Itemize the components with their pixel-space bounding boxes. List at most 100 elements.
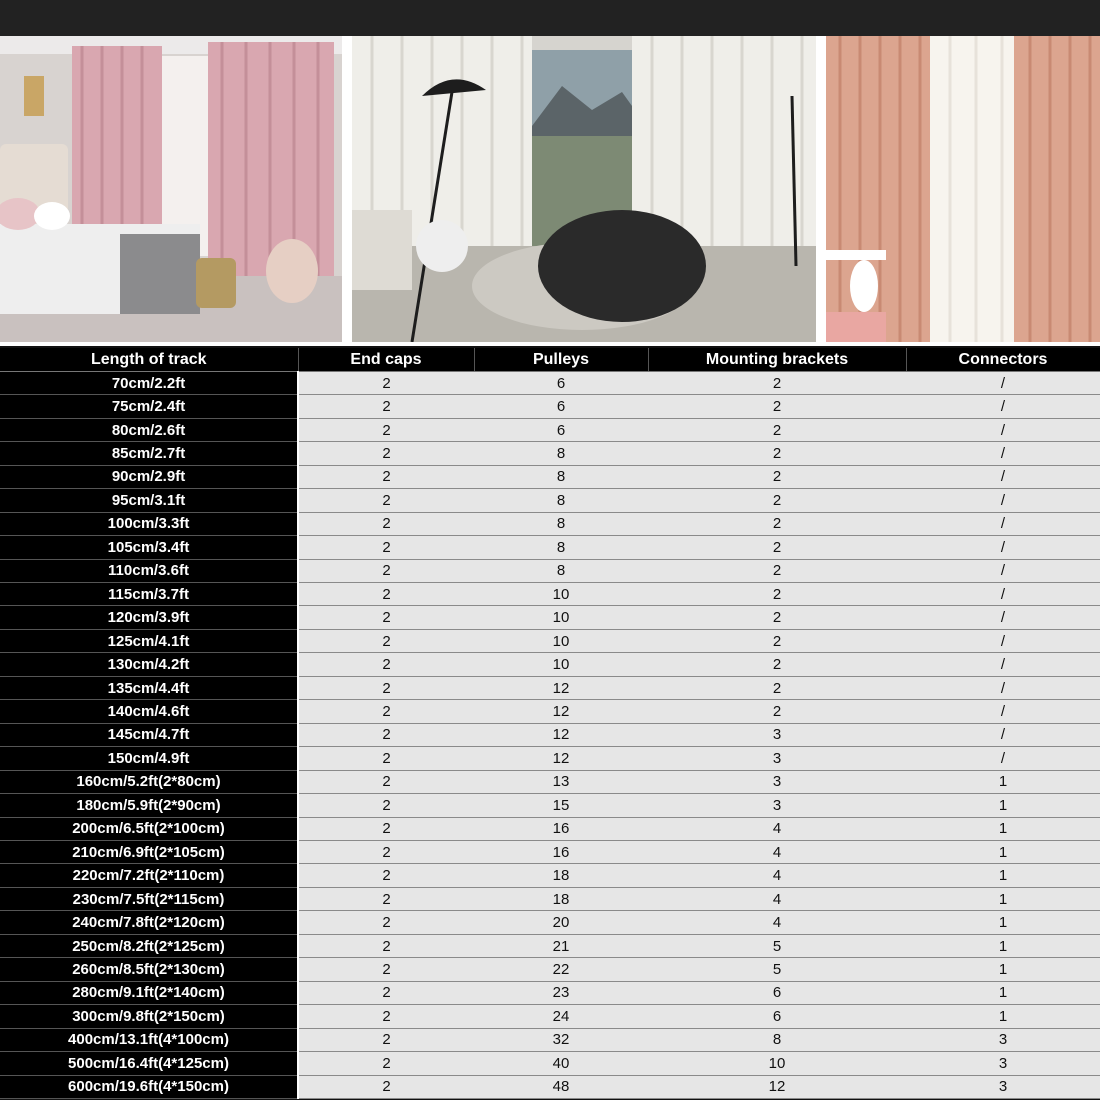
end-caps-cell: 2	[298, 535, 474, 560]
pulleys-cell: 10	[474, 582, 648, 607]
length-cell: 75cm/2.4ft	[0, 394, 299, 419]
connectors-cell: /	[906, 371, 1100, 396]
mounting-brackets-cell: 3	[648, 793, 906, 818]
table-row: 600cm/19.6ft(4*150cm) 2 48 12 3	[0, 1075, 1100, 1100]
length-cell: 260cm/8.5ft(2*130cm)	[0, 957, 299, 982]
length-cell: 200cm/6.5ft(2*100cm)	[0, 817, 299, 842]
connectors-cell: 1	[906, 817, 1100, 842]
table-row: 240cm/7.8ft(2*120cm) 2 20 4 1	[0, 910, 1100, 935]
pulleys-cell: 22	[474, 957, 648, 982]
end-caps-cell: 2	[298, 793, 474, 818]
mounting-brackets-cell: 6	[648, 981, 906, 1006]
connectors-cell: /	[906, 699, 1100, 724]
table-row: 400cm/13.1ft(4*100cm) 2 32 8 3	[0, 1028, 1100, 1053]
pulleys-cell: 40	[474, 1051, 648, 1076]
pulleys-cell: 12	[474, 723, 648, 748]
length-cell: 70cm/2.2ft	[0, 371, 299, 396]
table-row: 110cm/3.6ft 2 8 2/	[0, 559, 1100, 584]
mounting-brackets-cell: 4	[648, 887, 906, 912]
mounting-brackets-cell: 5	[648, 934, 906, 959]
pulleys-cell: 8	[474, 559, 648, 584]
table-row: 100cm/3.3ft 2 8 2/	[0, 512, 1100, 537]
end-caps-cell: 2	[298, 981, 474, 1006]
length-cell: 145cm/4.7ft	[0, 723, 299, 748]
table-row: 130cm/4.2ft 2 10 2/	[0, 652, 1100, 677]
mounting-brackets-cell: 2	[648, 559, 906, 584]
end-caps-cell: 2	[298, 394, 474, 419]
end-caps-cell: 2	[298, 605, 474, 630]
table-row: 70cm/2.2ft 2 6 2/	[0, 371, 1100, 396]
connectors-cell: /	[906, 605, 1100, 630]
table-row: 220cm/7.2ft(2*110cm) 2 18 4 1	[0, 863, 1100, 888]
pulleys-cell: 12	[474, 699, 648, 724]
connectors-cell: 1	[906, 863, 1100, 888]
table-row: 105cm/3.4ft 2 8 2/	[0, 535, 1100, 560]
end-caps-cell: 2	[298, 1075, 474, 1100]
table-row: 260cm/8.5ft(2*130cm) 2 22 5 1	[0, 957, 1100, 982]
length-cell: 125cm/4.1ft	[0, 629, 299, 654]
header-mounting-brackets: Mounting brackets	[648, 348, 907, 372]
pulleys-cell: 8	[474, 512, 648, 537]
end-caps-cell: 2	[298, 770, 474, 795]
end-caps-cell: 2	[298, 488, 474, 513]
connectors-cell: /	[906, 418, 1100, 443]
table-row: 120cm/3.9ft 2 10 2/	[0, 605, 1100, 630]
length-cell: 110cm/3.6ft	[0, 559, 299, 584]
length-cell: 210cm/6.9ft(2*105cm)	[0, 840, 299, 865]
table-row: 150cm/4.9ft 2 12 3/	[0, 746, 1100, 771]
connectors-cell: 1	[906, 887, 1100, 912]
end-caps-cell: 2	[298, 1028, 474, 1053]
pulleys-cell: 21	[474, 934, 648, 959]
length-cell: 600cm/19.6ft(4*150cm)	[0, 1075, 299, 1100]
mounting-brackets-cell: 4	[648, 817, 906, 842]
length-cell: 85cm/2.7ft	[0, 441, 299, 466]
length-cell: 230cm/7.5ft(2*115cm)	[0, 887, 299, 912]
track-accessory-table: Length of track End caps Pulleys Mountin…	[0, 348, 1100, 1100]
pulleys-cell: 23	[474, 981, 648, 1006]
mounting-brackets-cell: 3	[648, 746, 906, 771]
end-caps-cell: 2	[298, 957, 474, 982]
connectors-cell: /	[906, 676, 1100, 701]
table-row: 160cm/5.2ft(2*80cm) 2 13 3 1	[0, 770, 1100, 795]
end-caps-cell: 2	[298, 629, 474, 654]
mounting-brackets-cell: 2	[648, 582, 906, 607]
table-row: 80cm/2.6ft 2 6 2/	[0, 418, 1100, 443]
connectors-cell: /	[906, 629, 1100, 654]
end-caps-cell: 2	[298, 418, 474, 443]
mounting-brackets-cell: 2	[648, 394, 906, 419]
end-caps-cell: 2	[298, 887, 474, 912]
table-row: 500cm/16.4ft(4*125cm) 2 40 10 3	[0, 1051, 1100, 1076]
pulleys-cell: 6	[474, 394, 648, 419]
connectors-cell: /	[906, 488, 1100, 513]
connectors-cell: 1	[906, 934, 1100, 959]
table-row: 115cm/3.7ft 2 10 2/	[0, 582, 1100, 607]
pulleys-cell: 10	[474, 605, 648, 630]
mounting-brackets-cell: 2	[648, 441, 906, 466]
length-cell: 130cm/4.2ft	[0, 652, 299, 677]
end-caps-cell: 2	[298, 746, 474, 771]
length-cell: 135cm/4.4ft	[0, 676, 299, 701]
mounting-brackets-cell: 2	[648, 629, 906, 654]
connectors-cell: /	[906, 746, 1100, 771]
mounting-brackets-cell: 2	[648, 512, 906, 537]
pulleys-cell: 8	[474, 465, 648, 490]
length-cell: 240cm/7.8ft(2*120cm)	[0, 910, 299, 935]
end-caps-cell: 2	[298, 817, 474, 842]
pulleys-cell: 12	[474, 676, 648, 701]
mounting-brackets-cell: 4	[648, 910, 906, 935]
mounting-brackets-cell: 4	[648, 863, 906, 888]
mounting-brackets-cell: 12	[648, 1075, 906, 1100]
table-row: 200cm/6.5ft(2*100cm) 2 16 4 1	[0, 817, 1100, 842]
mounting-brackets-cell: 2	[648, 605, 906, 630]
end-caps-cell: 2	[298, 676, 474, 701]
mounting-brackets-cell: 2	[648, 699, 906, 724]
end-caps-cell: 2	[298, 934, 474, 959]
pulleys-cell: 8	[474, 441, 648, 466]
header-connectors: Connectors	[906, 348, 1100, 372]
living-room-sheer-curtains-photo	[352, 36, 816, 342]
table-row: 125cm/4.1ft 2 10 2/	[0, 629, 1100, 654]
connectors-cell: 1	[906, 840, 1100, 865]
length-cell: 95cm/3.1ft	[0, 488, 299, 513]
pulleys-cell: 13	[474, 770, 648, 795]
mounting-brackets-cell: 3	[648, 723, 906, 748]
